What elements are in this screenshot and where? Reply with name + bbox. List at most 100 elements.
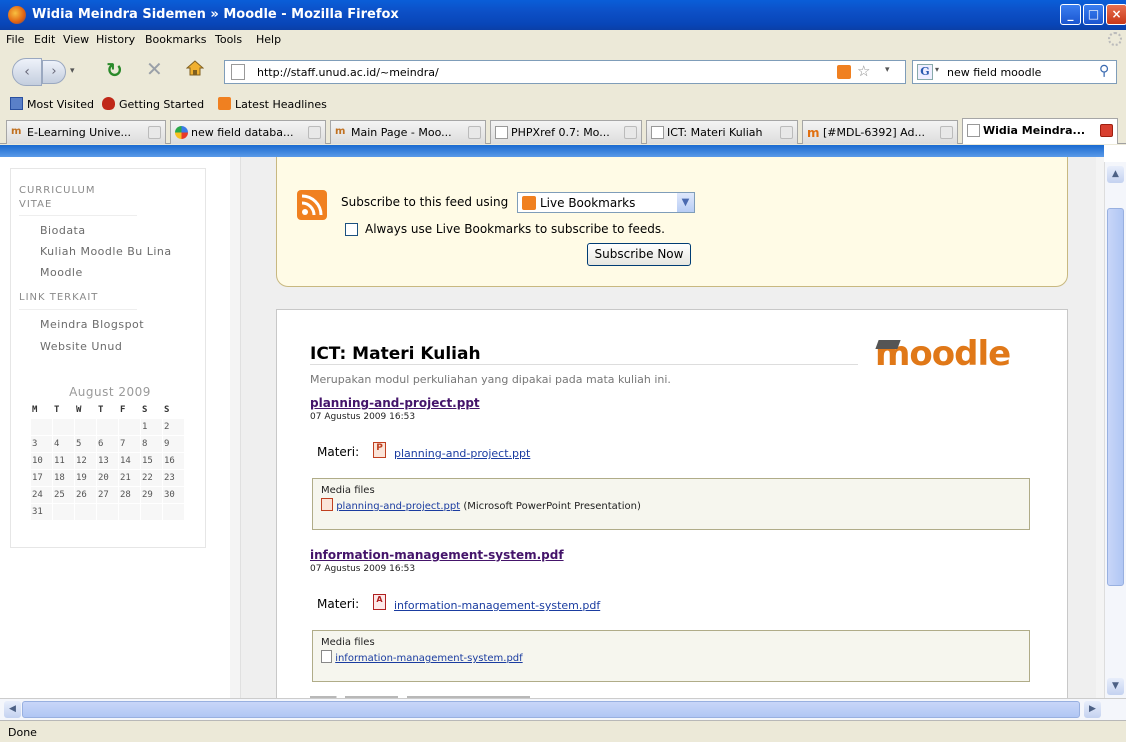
scroll-left-icon[interactable]: ◀ [4,701,21,718]
curriculum-heading: CURRICULUM [19,185,96,196]
tab-main-page-moodle[interactable]: m Main Page - Moo... [330,120,486,144]
history-dropdown-icon[interactable]: ▾ [70,66,75,76]
calendar-day: 4 [52,435,75,453]
bookmark-most-visited[interactable]: Most Visited [10,97,94,111]
url-dropdown-icon[interactable]: ▾ [885,65,890,75]
subscribe-select[interactable]: Live Bookmarks ▼ [517,192,695,213]
media-file-link[interactable]: information-management-system.pdf [335,653,522,664]
tab-ict-materi-kuliah[interactable]: ICT: Materi Kuliah [646,120,798,144]
url-bar[interactable]: http://staff.unud.ac.id/~meindra/ ☆ ▾ [224,60,906,84]
calendar-day-header: T [96,401,119,419]
calendar-day-header: M [30,401,53,419]
entry-title-link[interactable]: planning-and-project.ppt [310,396,480,410]
search-input[interactable]: new field moodle [947,66,1041,79]
calendar-title: August 2009 [69,385,151,399]
home-icon[interactable] [185,59,205,77]
bookmark-star-icon[interactable]: ☆ [857,62,870,80]
divider [310,364,858,365]
calendar-day: 28 [118,486,141,504]
search-box[interactable]: G ▾ new field moodle ⚲ [912,60,1117,84]
stop-icon[interactable]: ✕ [146,57,163,81]
google-icon[interactable]: G [917,64,933,80]
calendar-day [162,503,185,521]
materi-file-link[interactable]: planning-and-project.ppt [394,447,530,460]
vertical-scrollbar[interactable]: ▲ ▼ [1104,162,1126,698]
media-files-label: Media files [321,485,375,496]
tab-close-icon[interactable] [780,126,793,139]
tab-close-icon[interactable] [940,126,953,139]
pdf-file-icon: A [373,594,386,610]
horizontal-scrollbar[interactable]: ◀ ▶ [0,698,1126,720]
calendar-day [118,503,141,521]
minimize-button[interactable]: _ [1060,4,1081,25]
status-bar: Done [0,720,1126,742]
sidebar-item-biodata[interactable]: Biodata [40,224,86,237]
rss-feed-icon[interactable] [837,65,851,79]
bookmark-label: Most Visited [27,98,94,111]
tab-widia-meindra[interactable]: Widia Meindra... [962,118,1118,144]
mortarboard-icon [875,340,901,349]
tab-phpxref[interactable]: PHPXref 0.7: Mo... [490,120,642,144]
calendar-day: 26 [74,486,97,504]
subscribe-now-button[interactable]: Subscribe Now [587,243,691,266]
horizontal-scroll-thumb[interactable] [22,701,1080,718]
menu-edit[interactable]: Edit [34,33,55,46]
dropdown-arrow-icon[interactable]: ▼ [677,193,694,212]
search-engine-dropdown-icon[interactable]: ▾ [935,65,939,74]
tab-new-field-database[interactable]: new field databa... [170,120,326,144]
forward-button[interactable]: › [42,60,66,84]
menu-history[interactable]: History [96,33,135,46]
tab-label: new field databa... [191,126,294,139]
calendar-day [96,503,119,521]
tab-close-icon[interactable] [308,126,321,139]
menu-help[interactable]: Help [256,33,281,46]
moodle-icon: m [11,126,22,137]
title-bar: Widia Meindra Sidemen » Moodle - Mozilla… [0,0,1126,30]
sidebar-link-unud[interactable]: Website Unud [40,340,122,353]
scroll-up-icon[interactable]: ▲ [1107,166,1124,183]
sidebar-link-blogspot[interactable]: Meindra Blogspot [40,318,144,331]
bookmark-getting-started[interactable]: Getting Started [102,97,204,111]
calendar-day: 14 [118,452,141,470]
tab-mdl-6392[interactable]: m [#MDL-6392] Ad... [802,120,958,144]
media-files-box: Media files information-management-syste… [312,630,1030,682]
calendar-day-header: W [74,401,97,419]
sidebar-item-moodle[interactable]: Moodle [40,266,83,279]
calendar-day: 12 [74,452,97,470]
calendar-day [74,503,97,521]
calendar-day: 19 [74,469,97,487]
scroll-right-icon[interactable]: ▶ [1084,701,1101,718]
tab-close-icon[interactable] [468,126,481,139]
calendar-day: 29 [140,486,163,504]
back-button[interactable]: ‹ [12,58,42,86]
search-icon[interactable]: ⚲ [1099,63,1109,79]
divider [19,309,137,310]
page-icon [651,126,664,139]
tab-elearning[interactable]: m E-Learning Unive... [6,120,166,144]
reload-icon[interactable]: ↻ [106,58,123,82]
entry-title-link[interactable]: information-management-system.pdf [310,548,564,562]
vertical-scroll-thumb[interactable] [1107,208,1124,586]
menu-view[interactable]: View [63,33,89,46]
rss-feed-icon [297,190,327,220]
scroll-down-icon[interactable]: ▼ [1107,678,1124,695]
tab-bar: m E-Learning Unive... new field databa...… [0,117,1126,144]
tab-close-icon[interactable] [1100,124,1113,137]
media-file-link[interactable]: planning-and-project.ppt [336,501,460,512]
menu-file[interactable]: File [6,33,24,46]
menu-tools[interactable]: Tools [215,33,242,46]
menu-bookmarks[interactable]: Bookmarks [145,33,206,46]
materi-file-link[interactable]: information-management-system.pdf [394,599,600,612]
firefox-icon [102,97,115,110]
tab-close-icon[interactable] [624,126,637,139]
subscribe-box: Subscribe to this feed using Live Bookma… [276,157,1068,287]
feed-title: ICT: Materi Kuliah [310,344,481,364]
close-button[interactable]: × [1106,4,1126,25]
always-use-checkbox[interactable] [345,223,358,236]
header-strip [0,145,1104,157]
tab-close-icon[interactable] [148,126,161,139]
sidebar-item-kuliah-moodle[interactable]: Kuliah Moodle Bu Lina [40,245,172,258]
bookmark-latest-headlines[interactable]: Latest Headlines [218,97,327,111]
maximize-button[interactable]: □ [1083,4,1104,25]
calendar-day: 20 [96,469,119,487]
